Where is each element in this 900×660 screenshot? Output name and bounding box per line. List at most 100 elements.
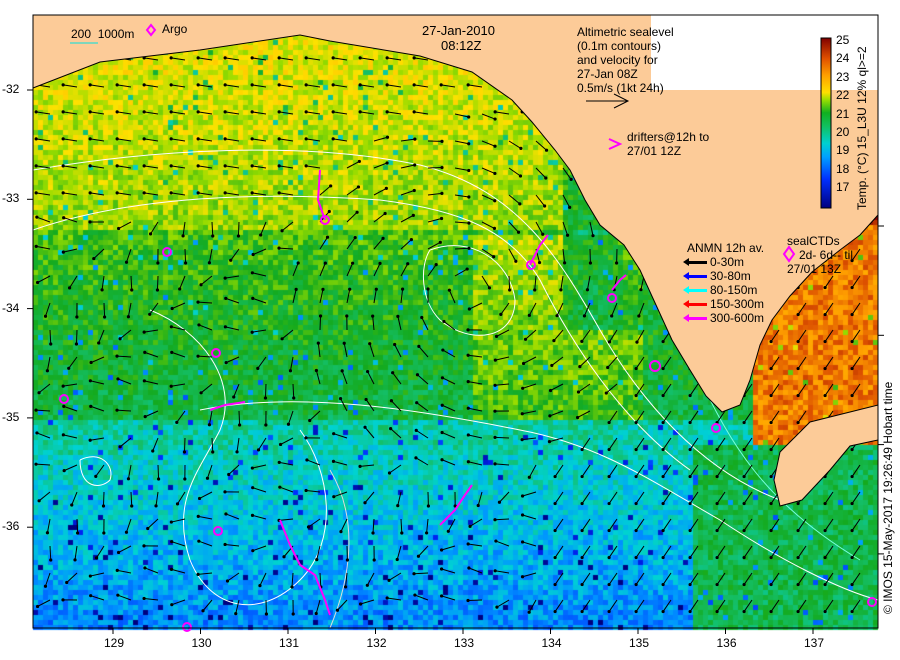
velocity-arrow — [291, 572, 294, 588]
land-island — [773, 404, 879, 507]
velocity-arrow-head — [280, 229, 284, 233]
velocity-arrow — [496, 599, 510, 608]
velocity-arrow — [609, 329, 618, 343]
velocity-arrow — [441, 595, 456, 601]
velocity-arrow — [360, 599, 375, 605]
velocity-arrow-head — [497, 500, 502, 504]
velocity-arrow — [441, 459, 456, 466]
velocity-arrow — [225, 111, 240, 115]
velocity-arrow — [508, 194, 521, 205]
velocity-arrow — [689, 491, 699, 504]
velocity-arrow-head — [440, 403, 444, 407]
velocity-arrow-head — [368, 342, 372, 346]
velocity-arrow-head — [533, 288, 537, 292]
velocity-arrow — [743, 572, 753, 585]
velocity-arrow-head — [742, 474, 746, 479]
velocity-arrow — [38, 383, 51, 394]
velocity-arrow — [770, 383, 780, 396]
velocity-arrow — [481, 167, 496, 174]
velocity-arrow — [851, 356, 861, 369]
credit-text: © IMOS 15-May-2017 19:26:49 Hobart time — [881, 381, 895, 614]
velocity-arrow — [63, 383, 78, 387]
velocity-arrow — [364, 491, 375, 504]
velocity-arrow — [117, 138, 132, 142]
velocity-arrow-head — [142, 191, 146, 195]
velocity-arrow — [227, 572, 240, 582]
velocity-arrow-head — [223, 110, 227, 114]
velocity-arrow — [441, 84, 456, 88]
velocity-arrow-head — [604, 391, 608, 395]
velocity-arrow-head — [559, 288, 563, 292]
velocity-arrow-head — [264, 423, 268, 427]
anmn-legend-item: 150-300m — [683, 297, 764, 311]
velocity-arrow — [71, 491, 78, 506]
x-tick-label: 130 — [191, 636, 212, 650]
velocity-arrow-head — [130, 288, 134, 292]
velocity-arrow-head — [467, 115, 471, 119]
velocity-arrow — [851, 248, 861, 261]
colorbar-tick-label: 19 — [836, 143, 850, 158]
velocity-arrow — [258, 437, 267, 451]
velocity-arrow — [481, 275, 490, 289]
velocity-arrow-head — [196, 514, 200, 518]
velocity-arrow — [144, 192, 159, 196]
velocity-arrow-head — [264, 612, 268, 616]
velocity-arrow — [90, 356, 105, 363]
velocity-arrow — [156, 275, 159, 291]
velocity-arrow — [198, 165, 213, 169]
velocity-arrow-head — [296, 261, 300, 265]
velocity-arrow — [553, 329, 564, 341]
velocity-arrow-head — [223, 325, 227, 329]
velocity-arrow — [743, 437, 753, 450]
map-time: 08:12Z — [441, 38, 482, 53]
velocity-arrow-head — [607, 582, 611, 587]
velocity-arrow — [468, 381, 483, 385]
velocity-arrow — [635, 518, 645, 531]
velocity-arrow — [824, 383, 834, 396]
velocity-arrow — [319, 315, 322, 331]
velocity-arrow-head — [527, 475, 531, 479]
velocity-arrow-head — [277, 56, 281, 60]
velocity-arrow-head — [142, 330, 146, 334]
velocity-arrow-head — [211, 450, 215, 454]
velocity-arrow-head — [850, 447, 854, 452]
velocity-arrow-head — [358, 464, 362, 468]
velocity-arrow — [117, 569, 132, 574]
velocity-arrow — [225, 84, 240, 88]
velocity-arrow — [171, 599, 186, 606]
velocity-arrow-head — [88, 83, 92, 87]
velocity-arrow — [184, 248, 187, 264]
velocity-arrow — [797, 410, 807, 423]
velocity-arrow-head — [169, 83, 173, 87]
velocity-arrow-head — [357, 159, 361, 164]
velocity-arrow-head — [661, 501, 665, 506]
velocity-arrow-head — [412, 572, 416, 576]
velocity-arrow-head — [413, 163, 417, 167]
velocity-arrow — [662, 491, 672, 504]
velocity-arrow-head — [715, 582, 719, 587]
velocity-arrow-head — [492, 255, 496, 259]
velocity-arrow — [373, 213, 386, 223]
velocity-arrow — [716, 491, 726, 504]
velocity-arrow-head — [43, 584, 48, 588]
velocity-arrow — [716, 599, 726, 612]
velocity-arrow — [183, 437, 186, 453]
velocity-arrow — [413, 572, 429, 575]
velocity-arrow — [49, 329, 52, 345]
velocity-arrow — [171, 351, 186, 358]
velocity-arrow — [279, 486, 294, 493]
velocity-arrow-head — [196, 572, 200, 576]
velocity-arrow-head — [182, 450, 187, 454]
velocity-arrow — [427, 264, 437, 277]
velocity-arrow-head — [258, 584, 262, 588]
velocity-arrow-head — [142, 137, 146, 141]
velocity-arrow-head — [493, 409, 497, 413]
velocity-arrow — [635, 491, 645, 504]
velocity-arrow — [333, 138, 348, 142]
velocity-arrow — [147, 518, 159, 529]
velocity-arrow — [319, 262, 326, 277]
velocity-arrow-head — [553, 555, 557, 560]
velocity-arrow — [608, 518, 618, 531]
velocity-arrow-head — [290, 585, 294, 589]
velocity-arrow — [495, 111, 510, 115]
